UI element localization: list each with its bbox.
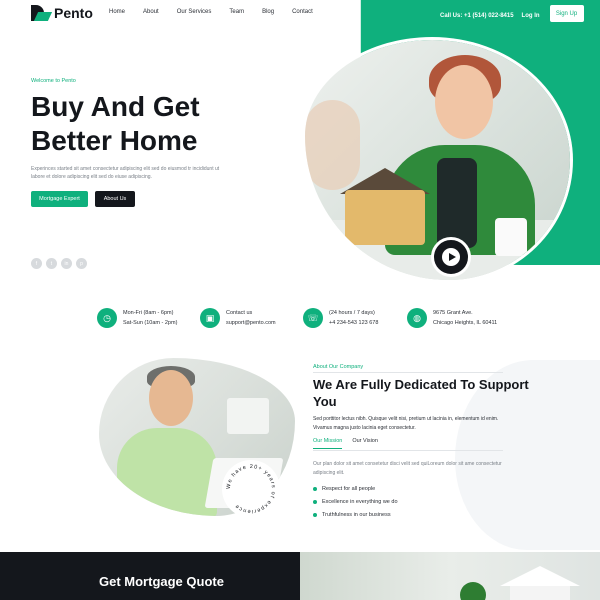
info-phone: ☏ (24 hours / 7 days) +4 234-543 123 678 xyxy=(303,308,378,328)
quote-section-image xyxy=(300,552,600,600)
mission-description: Our plan dolor sit amet consetetur disci… xyxy=(313,461,502,476)
call-us-phone[interactable]: Call Us: +1 (514) 022-8415 xyxy=(440,13,514,19)
twitter-icon[interactable]: t xyxy=(46,258,57,269)
contact-icon: ▣ xyxy=(200,308,220,328)
clock-icon: ◷ xyxy=(97,308,117,328)
divider xyxy=(313,372,503,373)
menu-item-contact[interactable]: Contact xyxy=(292,9,313,15)
pinterest-icon[interactable]: p xyxy=(76,258,87,269)
about-us-button[interactable]: About Us xyxy=(95,191,135,207)
nav-actions: Call Us: +1 (514) 022-8415 Log In Sign U… xyxy=(440,5,584,22)
hero-eyebrow: Welcome to Pento xyxy=(31,78,76,84)
hours-weekend: Sat-Sun (10am - 2pm) xyxy=(123,320,178,326)
about-title: We Are Fully Dedicated To Support You xyxy=(313,377,529,409)
top-navigation: Pento Home About Our Services Team Blog … xyxy=(0,0,600,26)
menu-item-home[interactable]: Home xyxy=(109,9,125,15)
values-list: Respect for all people Excellence in eve… xyxy=(313,482,398,521)
menu-item-team[interactable]: Team xyxy=(229,9,244,15)
about-eyebrow: About Our Company xyxy=(313,364,364,370)
about-description: Sed porttitor lectus nibh. Quisque velit… xyxy=(313,416,499,431)
address-street: 9675 Grant Ave. xyxy=(433,310,473,316)
contact-label: Contact us xyxy=(226,310,253,316)
main-menu: Home About Our Services Team Blog Contac… xyxy=(109,9,331,15)
globe-icon: ◍ xyxy=(407,308,427,328)
brand-logo[interactable]: Pento xyxy=(31,5,93,21)
hero-description: Experinces started sit amet consectetur … xyxy=(31,166,220,180)
social-links: f t in p xyxy=(31,258,87,269)
linkedin-icon[interactable]: in xyxy=(61,258,72,269)
mortgage-expert-button[interactable]: Mortgage Expert xyxy=(31,191,88,207)
menu-item-services[interactable]: Our Services xyxy=(177,9,212,15)
play-icon xyxy=(442,248,460,266)
menu-item-blog[interactable]: Blog xyxy=(262,9,274,15)
contact-email[interactable]: support@pento.com xyxy=(226,318,276,328)
mission-vision-tabs: Our Mission Our Vision xyxy=(313,438,378,449)
svg-text:We have 20+ years of experienc: We have 20+ years of experience xyxy=(226,464,276,514)
address-city: Chicago Heights, IL 60411 xyxy=(433,320,498,326)
tab-our-vision[interactable]: Our Vision xyxy=(352,438,378,449)
login-link[interactable]: Log In xyxy=(522,13,540,19)
phone-number[interactable]: +4 234-543 123 678 xyxy=(329,318,378,328)
brand-name: Pento xyxy=(54,5,93,21)
info-hours: ◷ Mon-Fri (8am - 6pm) Sat-Sun (10am - 2pm… xyxy=(97,308,177,328)
signup-button[interactable]: Sign Up xyxy=(549,5,584,22)
quote-title: Get Mortgage Quote xyxy=(99,574,224,589)
bullet-icon xyxy=(313,499,317,504)
divider xyxy=(313,450,503,451)
tab-our-mission[interactable]: Our Mission xyxy=(313,438,343,449)
info-contact: ▣ Contact us support@pento.com xyxy=(200,308,276,328)
facebook-icon[interactable]: f xyxy=(31,258,42,269)
logo-icon xyxy=(31,5,53,21)
bullet-icon xyxy=(313,512,317,517)
hours-weekdays: Mon-Fri (8am - 6pm) xyxy=(123,310,174,316)
bullet-icon xyxy=(313,486,317,491)
menu-item-about[interactable]: About xyxy=(143,9,159,15)
phone-hours: (24 hours / 7 days) xyxy=(329,310,375,316)
list-item: Respect for all people xyxy=(313,482,398,495)
phone-icon: ☏ xyxy=(303,308,323,328)
list-item: Truthfulness in our business xyxy=(313,508,398,521)
info-address: ◍ 9675 Grant Ave. Chicago Heights, IL 604… xyxy=(407,308,497,328)
hero-title: Buy And Get Better Home xyxy=(31,91,200,156)
play-video-button[interactable] xyxy=(431,237,471,277)
experience-badge-text: We have 20+ years of experience xyxy=(226,464,276,514)
list-item: Excellence in everything we do xyxy=(313,495,398,508)
